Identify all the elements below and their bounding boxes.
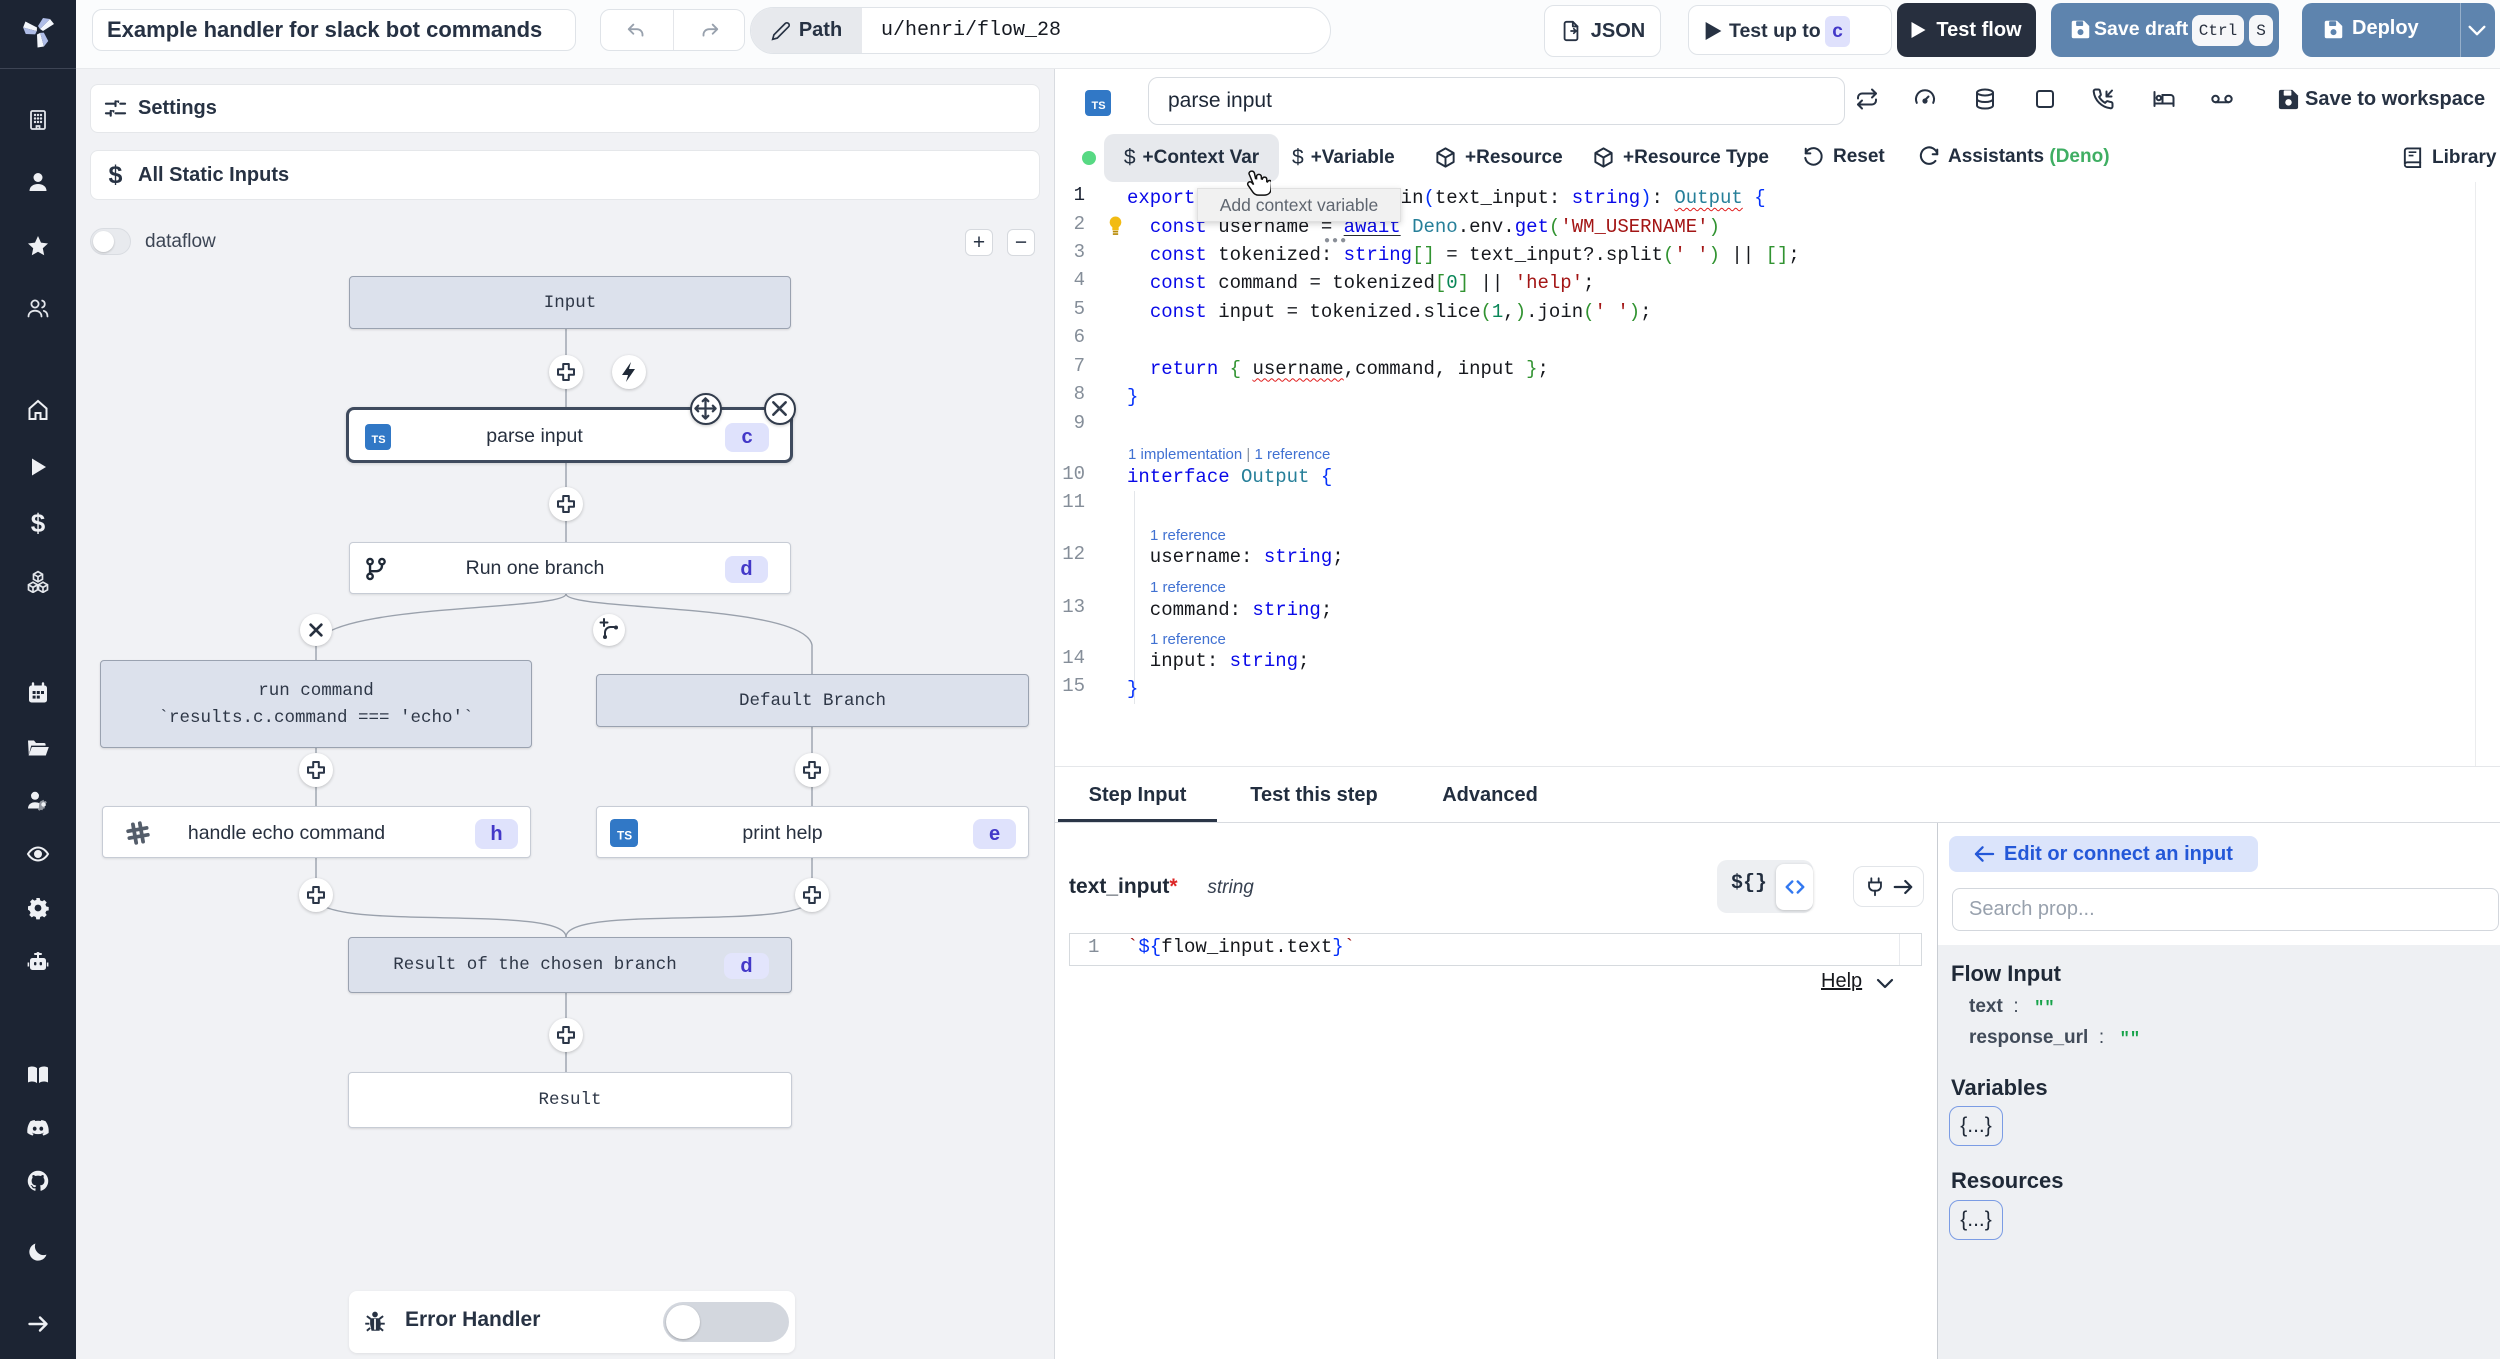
svg-text:TS: TS (1091, 100, 1105, 112)
